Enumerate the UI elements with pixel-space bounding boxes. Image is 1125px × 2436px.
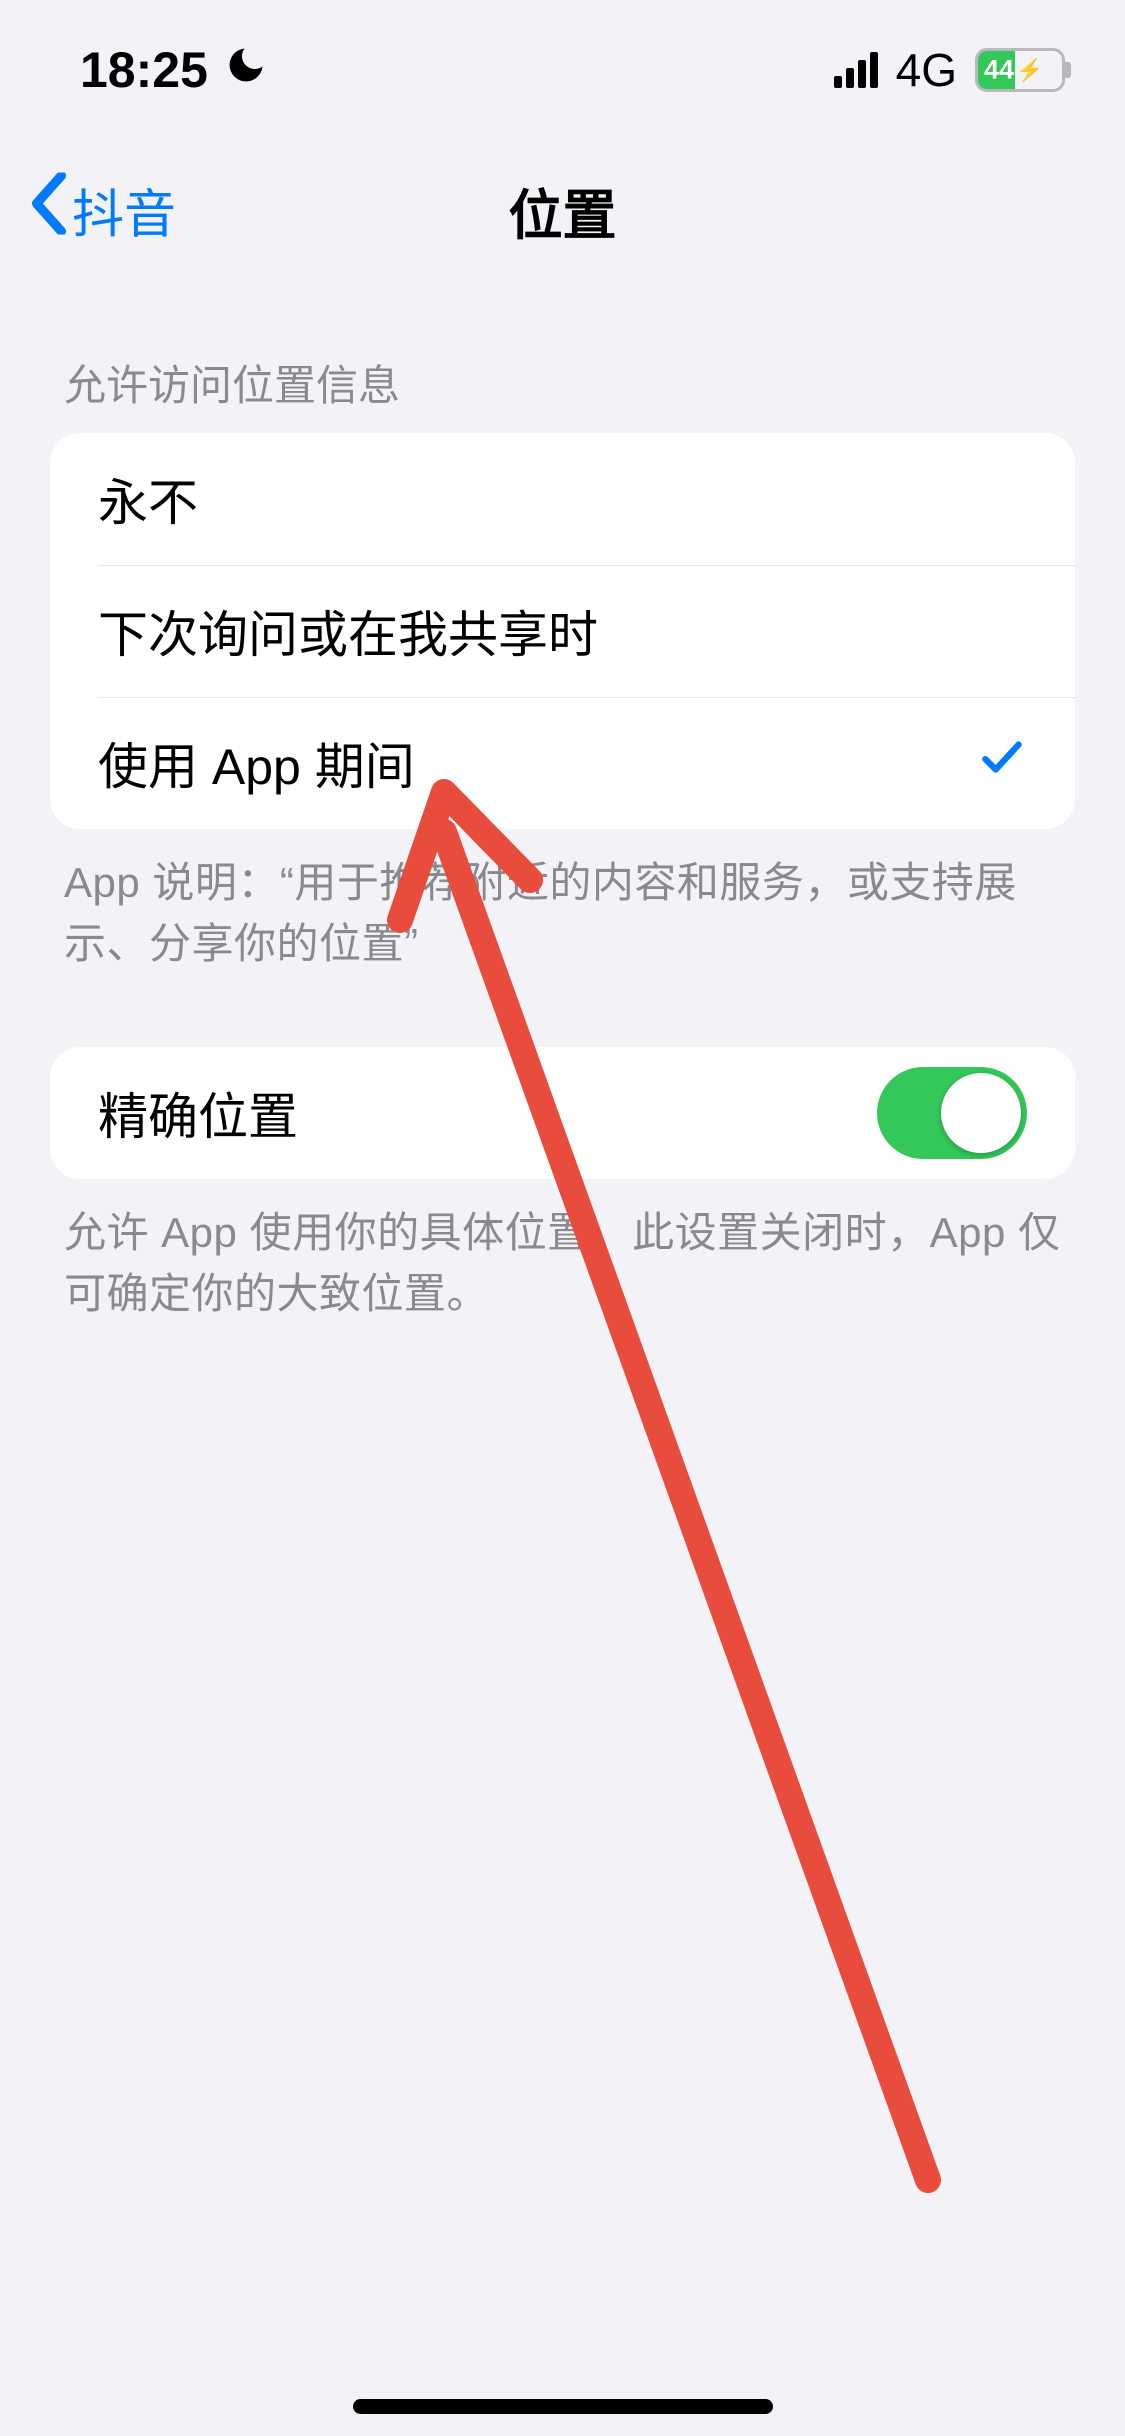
precise-location-row[interactable]: 精确位置 <box>50 1047 1075 1179</box>
battery-percent: 44 <box>984 55 1014 86</box>
option-label: 下次询问或在我共享时 <box>98 595 1027 667</box>
cellular-signal-icon <box>834 52 878 88</box>
do-not-disturb-icon <box>224 41 268 99</box>
navigation-bar: 抖音 位置 <box>0 140 1125 280</box>
back-label: 抖音 <box>72 173 176 248</box>
chevron-left-icon <box>30 173 68 248</box>
option-never[interactable]: 永不 <box>50 433 1075 565</box>
option-while-using-app[interactable]: 使用 App 期间 <box>50 697 1075 829</box>
precise-location-label: 精确位置 <box>98 1077 877 1149</box>
status-left: 18:25 <box>80 41 268 99</box>
status-time: 18:25 <box>80 41 208 99</box>
option-label: 使用 App 期间 <box>98 727 977 799</box>
status-bar: 18:25 4G 44 ⚡ <box>0 0 1125 140</box>
section-header-location-access: 允许访问位置信息 <box>50 280 1075 433</box>
home-indicator[interactable] <box>353 2399 773 2414</box>
option-label: 永不 <box>98 463 1027 535</box>
location-access-group: 永不 下次询问或在我共享时 使用 App 期间 <box>50 433 1075 829</box>
precise-location-group: 精确位置 <box>50 1047 1075 1179</box>
checkmark-icon <box>977 732 1027 794</box>
charging-bolt-icon: ⚡ <box>1016 57 1043 83</box>
status-right: 4G 44 ⚡ <box>834 43 1065 97</box>
section-footer-precise-location: 允许 App 使用你的具体位置。此设置关闭时，App 仅可确定你的大致位置。 <box>50 1179 1075 1325</box>
toggle-knob <box>941 1073 1021 1153</box>
battery-icon: 44 ⚡ <box>975 48 1065 92</box>
option-ask-next-time[interactable]: 下次询问或在我共享时 <box>50 565 1075 697</box>
precise-location-toggle[interactable] <box>877 1067 1027 1159</box>
back-button[interactable]: 抖音 <box>30 173 176 248</box>
page-title: 位置 <box>509 171 617 250</box>
network-type: 4G <box>896 43 957 97</box>
section-footer-app-explanation: App 说明：“用于推荐附近的内容和服务，或支持展示、分享你的位置” <box>50 829 1075 975</box>
